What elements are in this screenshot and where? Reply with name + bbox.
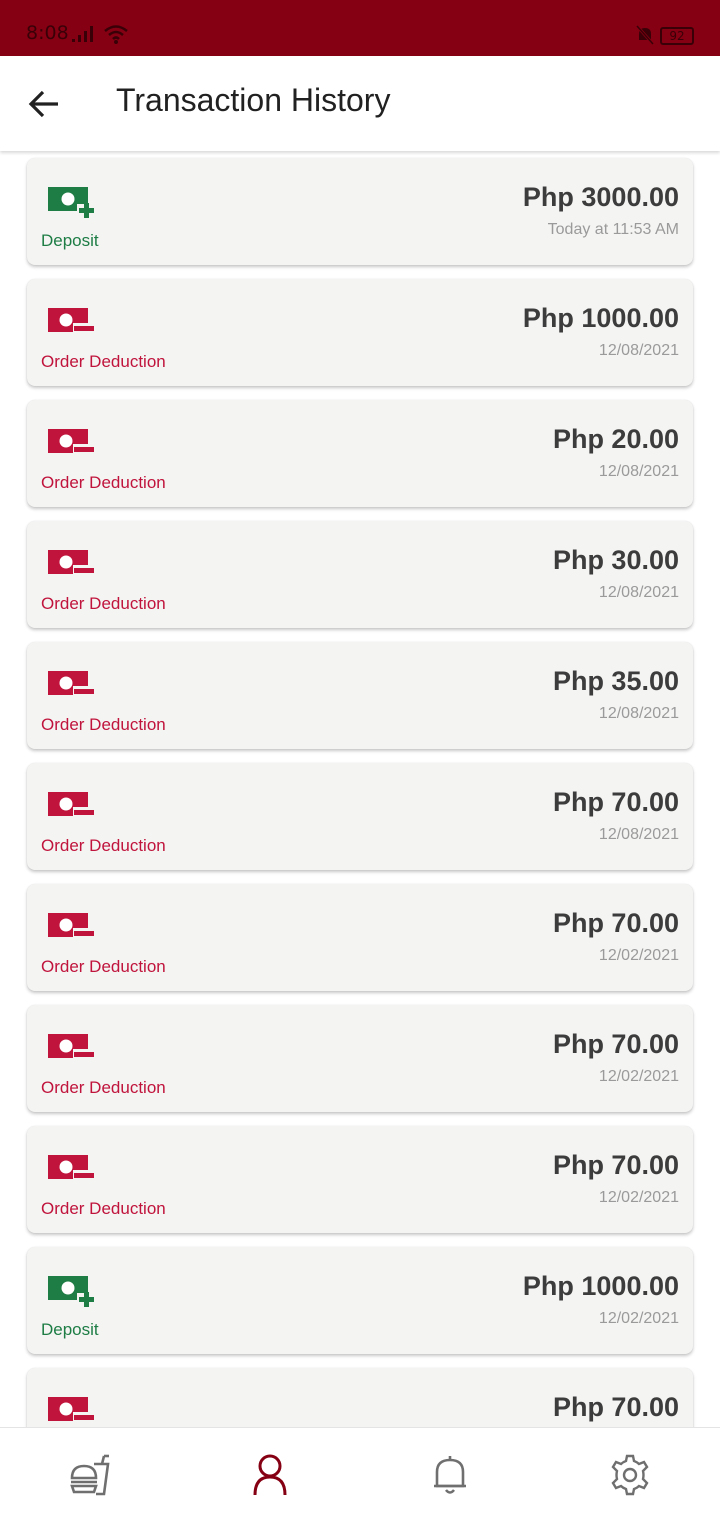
settings-icon[interactable] bbox=[605, 1450, 655, 1500]
transaction-list[interactable]: Deposit Php 3000.00 Today at 11:53 AM Or… bbox=[0, 151, 720, 1427]
transaction-type-label: Deposit bbox=[41, 231, 99, 250]
status-bar: 8:08 92 bbox=[0, 0, 720, 56]
transaction-date: 12/08/2021 bbox=[598, 705, 679, 722]
money-minus-icon bbox=[48, 1397, 95, 1422]
page-title: Transaction History bbox=[116, 82, 391, 118]
money-minus-icon bbox=[48, 308, 95, 333]
money-minus-icon bbox=[48, 792, 95, 817]
arrow-left-icon[interactable] bbox=[26, 84, 66, 124]
transaction-amount: Php 1000.00 bbox=[522, 1271, 679, 1301]
money-plus-icon bbox=[48, 187, 95, 218]
transaction-date: 12/02/2021 bbox=[598, 947, 679, 964]
transaction-type-label: Order Deduction bbox=[41, 473, 166, 492]
transaction-date: 12/08/2021 bbox=[598, 826, 679, 843]
transaction-type-label: Order Deduction bbox=[41, 715, 166, 734]
transaction-date: Today at 11:53 AM bbox=[547, 221, 679, 238]
money-minus-icon bbox=[48, 550, 95, 575]
transaction-amount: Php 70.00 bbox=[552, 908, 679, 938]
transaction-amount: Php 1000.00 bbox=[522, 303, 679, 333]
transaction-card[interactable]: Order Deduction Php 30.00 12/08/2021 bbox=[27, 521, 693, 628]
transaction-date: 12/08/2021 bbox=[598, 342, 679, 359]
transaction-date: 12/02/2021 bbox=[598, 1068, 679, 1085]
transaction-date: 12/08/2021 bbox=[598, 584, 679, 601]
transaction-card[interactable]: Order Deduction Php 20.00 12/08/2021 bbox=[27, 400, 693, 507]
money-minus-icon bbox=[48, 1155, 95, 1180]
food-icon[interactable] bbox=[64, 1450, 114, 1500]
transaction-amount: Php 3000.00 bbox=[522, 182, 679, 212]
transaction-type-label: Order Deduction bbox=[41, 836, 166, 855]
transaction-amount: Php 70.00 bbox=[552, 1150, 679, 1180]
profile-icon[interactable] bbox=[245, 1450, 295, 1500]
transaction-card[interactable]: Order Deduction Php 70.00 12/02/2021 bbox=[27, 1126, 693, 1233]
money-minus-icon bbox=[48, 429, 95, 454]
transaction-card[interactable]: Deposit Php 3000.00 Today at 11:53 AM bbox=[27, 158, 693, 265]
transaction-amount: Php 70.00 bbox=[552, 787, 679, 817]
money-plus-icon bbox=[48, 1276, 95, 1307]
transaction-type-label: Order Deduction bbox=[41, 1078, 166, 1097]
bell-icon[interactable] bbox=[425, 1450, 475, 1500]
transaction-amount: Php 70.00 bbox=[552, 1029, 679, 1059]
battery-indicator: 92 bbox=[660, 27, 694, 45]
wifi-icon bbox=[104, 25, 128, 44]
transaction-card[interactable]: Order Deduction Php 70.00 12/02/2021 bbox=[27, 884, 693, 991]
transaction-card[interactable]: Php 70.00 bbox=[27, 1368, 693, 1427]
transaction-card[interactable]: Order Deduction Php 1000.00 12/08/2021 bbox=[27, 279, 693, 386]
transaction-date: 12/02/2021 bbox=[598, 1310, 679, 1327]
transaction-type-label: Deposit bbox=[41, 1320, 99, 1339]
transaction-amount: Php 30.00 bbox=[552, 545, 679, 575]
transaction-date: 12/08/2021 bbox=[598, 463, 679, 480]
transaction-date: 12/02/2021 bbox=[598, 1189, 679, 1206]
transaction-card[interactable]: Order Deduction Php 35.00 12/08/2021 bbox=[27, 642, 693, 749]
bottom-navigation bbox=[0, 1427, 720, 1521]
transaction-amount: Php 20.00 bbox=[552, 424, 679, 454]
transaction-amount: Php 35.00 bbox=[552, 666, 679, 696]
money-minus-icon bbox=[48, 1034, 95, 1059]
transaction-amount: Php 70.00 bbox=[552, 1392, 679, 1422]
signal-icon bbox=[72, 26, 93, 42]
transaction-type-label: Order Deduction bbox=[41, 1199, 166, 1218]
silent-icon bbox=[636, 25, 654, 45]
transaction-type-label: Order Deduction bbox=[41, 957, 166, 976]
money-minus-icon bbox=[48, 913, 95, 938]
transaction-type-label: Order Deduction bbox=[41, 594, 166, 613]
money-minus-icon bbox=[48, 671, 95, 696]
app-bar: Transaction History bbox=[0, 56, 720, 151]
transaction-card[interactable]: Deposit Php 1000.00 12/02/2021 bbox=[27, 1247, 693, 1354]
transaction-card[interactable]: Order Deduction Php 70.00 12/02/2021 bbox=[27, 1005, 693, 1112]
status-time: 8:08 bbox=[26, 22, 69, 44]
transaction-card[interactable]: Order Deduction Php 70.00 12/08/2021 bbox=[27, 763, 693, 870]
transaction-type-label: Order Deduction bbox=[41, 352, 166, 371]
